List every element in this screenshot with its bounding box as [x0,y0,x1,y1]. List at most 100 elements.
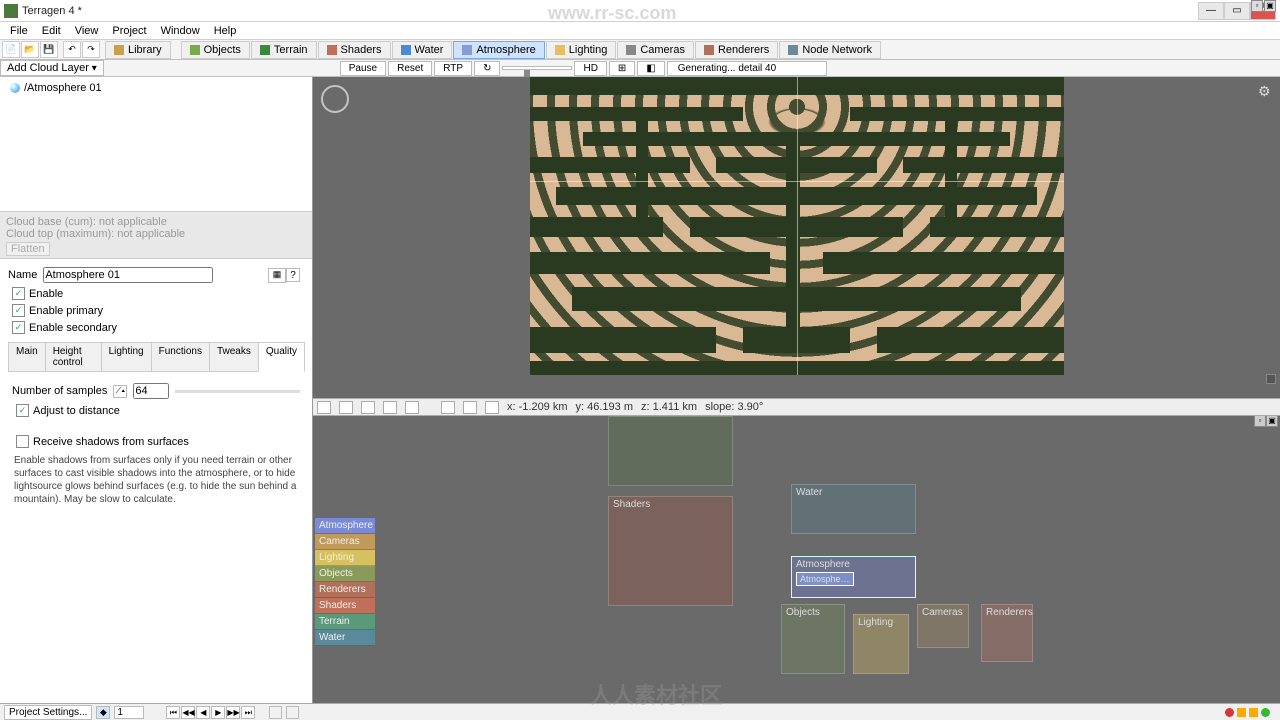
enable-secondary-checkbox[interactable]: Enable secondary [8,319,304,336]
render-preview[interactable] [530,77,1064,375]
compass-icon[interactable] [321,85,349,113]
ng-max-icon[interactable]: ▣ [1266,416,1278,427]
tree-item-atmosphere[interactable]: /Atmosphere 01 [4,81,308,95]
vs-icon-5[interactable] [405,401,419,414]
menu-view[interactable]: View [69,24,105,38]
vs-icon-8[interactable] [485,401,499,414]
node-group-lighting[interactable]: Lighting [853,614,909,674]
node-group-cameras[interactable]: Cameras [917,604,969,648]
cameras-tab[interactable]: Cameras [617,41,694,59]
open-icon[interactable]: 📂 [21,41,39,58]
keyframe-icon[interactable]: ◆ [96,706,110,719]
last-frame-icon[interactable]: ⏭ [241,706,255,719]
receive-shadows-checkbox[interactable]: Receive shadows from surfaces [12,433,300,450]
name-input[interactable] [43,267,213,283]
maximize-button[interactable]: ▭ [1224,2,1250,20]
samples-input[interactable] [133,383,169,399]
vs-icon-2[interactable] [339,401,353,414]
tab-height[interactable]: Height control [45,342,102,371]
adjust-distance-checkbox[interactable]: Adjust to distance [12,402,300,419]
menu-file[interactable]: File [4,24,34,38]
enable-checkbox[interactable]: Enable [8,285,304,302]
range-icon[interactable] [286,706,299,719]
pause-button[interactable]: Pause [340,61,386,76]
nl-terrain[interactable]: Terrain [315,614,375,630]
reset-button[interactable]: Reset [388,61,432,76]
tab-tweaks[interactable]: Tweaks [209,342,259,371]
frame-input[interactable] [114,706,144,719]
slope: slope: 3.90° [705,401,763,413]
node-group-terrain[interactable] [608,416,733,486]
node-graph[interactable]: ▫▣ Atmosphere Cameras Lighting Objects R… [313,416,1280,703]
coord-x: x: -1.209 km [507,401,568,413]
tool-icon-2[interactable]: ◧ [637,61,664,76]
water-tab[interactable]: Water [392,41,453,59]
enable-primary-checkbox[interactable]: Enable primary [8,302,304,319]
renderers-tab[interactable]: Renderers [695,41,778,59]
node-network-tab[interactable]: Node Network [779,41,881,59]
flatten-button[interactable]: Flatten [6,242,50,256]
nl-renderers[interactable]: Renderers [315,582,375,598]
node-group-shaders[interactable]: Shaders [608,496,733,606]
menu-window[interactable]: Window [155,24,206,38]
undo-icon[interactable]: ↶ [63,41,81,58]
tab-quality[interactable]: Quality [258,342,305,372]
objects-tab[interactable]: Objects [181,41,250,59]
quality-slider[interactable] [502,66,572,70]
menu-edit[interactable]: Edit [36,24,67,38]
play-icon[interactable]: ▶ [211,706,225,719]
nl-atmosphere[interactable]: Atmosphere [315,518,375,534]
nl-shaders[interactable]: Shaders [315,598,375,614]
node-group-objects[interactable]: Objects [781,604,845,674]
tab-main[interactable]: Main [8,342,46,371]
first-frame-icon[interactable]: ⏮ [166,706,180,719]
rtp-button[interactable]: RTP [434,61,472,76]
next-frame-icon[interactable]: ▶▶ [226,706,240,719]
node-group-renderers[interactable]: Renderers [981,604,1033,662]
nl-cameras[interactable]: Cameras [315,534,375,550]
nl-lighting[interactable]: Lighting [315,550,375,566]
redo-icon[interactable]: ↷ [82,41,100,58]
samples-slider[interactable] [175,390,300,393]
loop-icon[interactable] [269,706,282,719]
panel-min-icon[interactable]: ▫ [1251,0,1263,12]
viewport-resize-icon[interactable] [1266,374,1276,384]
shaders-tab[interactable]: Shaders [318,41,391,59]
library-tab[interactable]: Library [105,41,171,59]
nl-objects[interactable]: Objects [315,566,375,582]
vs-icon-7[interactable] [463,401,477,414]
new-icon[interactable]: 📄 [2,41,20,58]
minimize-button[interactable]: — [1198,2,1224,20]
project-settings-button[interactable]: Project Settings... [4,705,92,720]
vs-icon-1[interactable] [317,401,331,414]
hd-button[interactable]: HD [574,61,606,76]
samples-stepper-icon[interactable]: ⟋▴ [113,385,127,398]
nl-water[interactable]: Water [315,630,375,646]
add-cloud-layer-button[interactable]: Add Cloud Layer ▾ [0,60,104,76]
auto-refresh-icon[interactable]: ↻ [474,61,500,76]
node-icon[interactable]: ▦ [268,268,286,283]
status-indicators [1225,708,1276,717]
lighting-tab[interactable]: Lighting [546,41,617,59]
node-group-water[interactable]: Water [791,484,916,534]
play-back-icon[interactable]: ◀ [196,706,210,719]
vs-icon-6[interactable] [441,401,455,414]
viewport-gear-icon[interactable]: ⚙ [1258,83,1274,99]
tab-lighting[interactable]: Lighting [101,342,152,371]
node-group-atmosphere[interactable]: AtmosphereAtmosphe… [791,556,916,598]
vs-icon-4[interactable] [383,401,397,414]
menu-project[interactable]: Project [106,24,152,38]
vs-icon-3[interactable] [361,401,375,414]
ng-min-icon[interactable]: ▫ [1254,416,1266,427]
menu-help[interactable]: Help [208,24,243,38]
tab-functions[interactable]: Functions [151,342,210,371]
save-icon[interactable]: 💾 [40,41,58,58]
prev-frame-icon[interactable]: ◀◀ [181,706,195,719]
atmosphere-tab[interactable]: Atmosphere [453,41,544,59]
panel-max-icon[interactable]: ▣ [1264,0,1276,12]
viewport-3d[interactable]: ⚙ [313,77,1280,398]
help-icon[interactable]: ? [286,268,300,282]
scene-tree[interactable]: /Atmosphere 01 [0,77,312,212]
terrain-tab[interactable]: Terrain [251,41,317,59]
tool-icon-1[interactable]: ⊞ [609,61,635,76]
